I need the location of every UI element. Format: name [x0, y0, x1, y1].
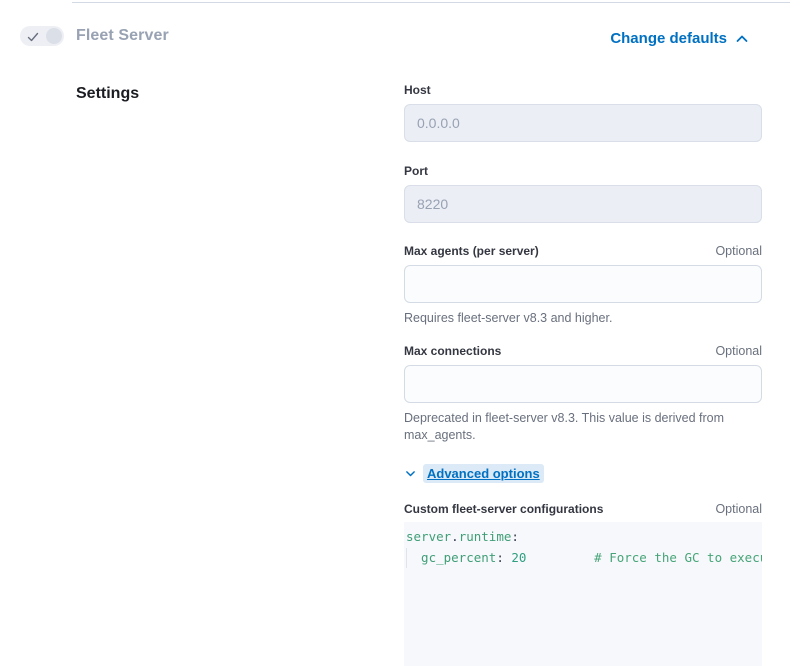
chevron-up-icon — [734, 31, 750, 47]
advanced-options-link[interactable]: Advanced options — [423, 464, 544, 483]
fleet-server-header: Fleet Server — [20, 26, 169, 46]
settings-section-title: Settings — [76, 85, 139, 103]
custom-config-code-editor[interactable]: server.runtime: gc_percent: 20 # Force t… — [404, 522, 762, 666]
fleet-server-toggle[interactable] — [20, 26, 64, 46]
chevron-down-icon[interactable] — [404, 467, 417, 480]
code-token: # Force the GC to execute more frequentl… — [594, 550, 762, 565]
code-token: . — [451, 529, 459, 544]
code-token: : — [511, 529, 519, 544]
code-token: server — [406, 529, 451, 544]
custom-config-optional-badge: Optional — [715, 502, 762, 516]
port-field-row: Port — [404, 164, 762, 223]
change-defaults-button[interactable]: Change defaults — [610, 30, 750, 47]
max-agents-field-row: Max agents (per server) Optional Require… — [404, 244, 762, 327]
max-connections-input[interactable] — [404, 365, 762, 403]
host-field-row: Host — [404, 83, 762, 142]
code-token: 20 — [504, 550, 527, 565]
max-agents-label: Max agents (per server) — [404, 244, 539, 258]
code-token: runtime — [459, 529, 512, 544]
max-connections-field-row: Max connections Optional Deprecated in f… — [404, 344, 762, 444]
port-input[interactable] — [404, 185, 762, 223]
change-defaults-label: Change defaults — [610, 30, 727, 47]
fleet-server-label: Fleet Server — [76, 27, 169, 45]
top-divider — [72, 2, 790, 3]
custom-config-field-row: Custom fleet-server configurations Optio… — [404, 502, 762, 666]
settings-form: Host Port Max agents (per server) Option… — [404, 83, 762, 666]
host-label: Host — [404, 83, 431, 97]
host-input[interactable] — [404, 104, 762, 142]
fleet-server-settings-page: Fleet Server Change defaults Settings Ho… — [0, 0, 808, 666]
max-agents-help-text: Requires fleet-server v8.3 and higher. — [404, 310, 762, 327]
custom-config-label: Custom fleet-server configurations — [404, 502, 603, 516]
code-token: : — [496, 550, 504, 565]
toggle-thumb — [46, 28, 62, 44]
code-token — [526, 550, 594, 565]
code-token: gc_percent — [406, 550, 496, 565]
max-connections-help-text: Deprecated in fleet-server v8.3. This va… — [404, 410, 762, 444]
indent-guide — [406, 548, 407, 568]
max-agents-input[interactable] — [404, 265, 762, 303]
max-agents-optional-badge: Optional — [715, 244, 762, 258]
yaml-code: server.runtime: gc_percent: 20 # Force t… — [404, 522, 762, 568]
max-connections-label: Max connections — [404, 344, 501, 358]
check-icon — [27, 30, 39, 42]
port-label: Port — [404, 164, 428, 178]
advanced-options-row: Advanced options — [404, 464, 762, 483]
max-connections-optional-badge: Optional — [715, 344, 762, 358]
